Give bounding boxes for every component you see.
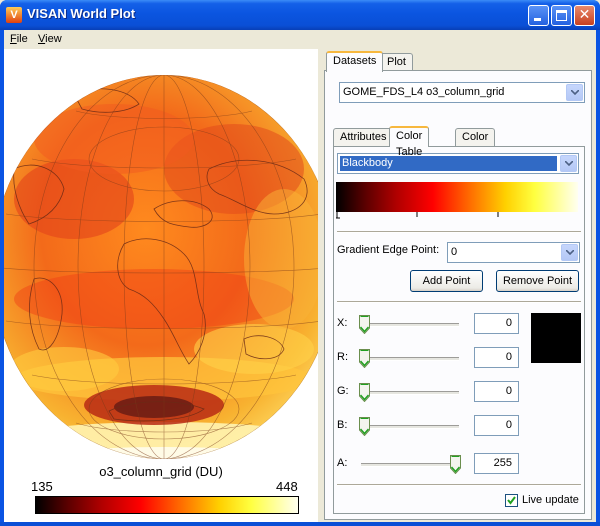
gradient-edge-label: Gradient Edge Point:: [337, 244, 440, 256]
colorbar-max-label: 448: [276, 479, 298, 494]
color-table-page: Blackbody Gradient Edge Point: 0 Add Poi…: [333, 146, 585, 514]
app-icon[interactable]: V: [6, 7, 22, 23]
window-title: VISAN World Plot: [27, 6, 136, 21]
live-update-label: Live update: [522, 494, 579, 506]
gradient-edge-value: 0: [451, 246, 458, 258]
dataset-select-value: GOME_FDS_L4 o3_column_grid: [343, 86, 505, 98]
remove-point-button[interactable]: Remove Point: [496, 270, 579, 292]
slider-label-r: R:: [337, 351, 348, 363]
minimize-icon: [534, 18, 541, 21]
tab-color-bar[interactable]: Color Bar: [455, 128, 496, 159]
separator: [337, 484, 581, 486]
add-point-button[interactable]: Add Point: [410, 270, 483, 292]
tab-datasets[interactable]: Datasets: [326, 51, 384, 72]
slider-track-g[interactable]: [361, 391, 459, 395]
slider-thumb-b[interactable]: [359, 417, 370, 437]
colorbar-min-label: 135: [31, 479, 53, 494]
chevron-down-icon[interactable]: [566, 84, 583, 101]
slider-value-x[interactable]: 0: [474, 313, 519, 334]
slider-track-b[interactable]: [361, 425, 459, 429]
color-swatch: [531, 313, 581, 363]
live-update-checkbox[interactable]: [505, 494, 518, 507]
colormap-select-value: Blackbody: [340, 156, 557, 171]
slider-value-r[interactable]: 0: [474, 347, 519, 368]
chevron-down-icon[interactable]: [560, 155, 577, 172]
chevron-down-icon[interactable]: [561, 244, 578, 261]
properties-panel: Datasets Plot GOME_FDS_L4 o3_column_grid…: [322, 49, 596, 522]
slider-label-g: G:: [337, 385, 349, 397]
slider-value-g[interactable]: 0: [474, 381, 519, 402]
separator: [337, 301, 581, 303]
tab-attributes[interactable]: Attributes: [333, 128, 394, 146]
slider-track-r[interactable]: [361, 357, 459, 361]
minimize-button[interactable]: [528, 5, 549, 26]
gradient-editor[interactable]: [336, 182, 578, 212]
menu-bar: File View: [4, 30, 596, 49]
maximize-button[interactable]: [551, 5, 572, 26]
slider-track-a[interactable]: [361, 463, 459, 467]
slider-label-x: X:: [337, 317, 348, 329]
separator: [337, 231, 581, 233]
slider-label-b: B:: [337, 419, 348, 431]
menu-view[interactable]: View: [38, 33, 62, 45]
window-client: File View o3_column_grid (DU) 135 448 Da…: [4, 30, 596, 522]
slider-thumb-a[interactable]: [450, 455, 461, 475]
world-plot-canvas[interactable]: o3_column_grid (DU) 135 448: [4, 49, 318, 522]
slider-value-a[interactable]: 255: [474, 453, 519, 474]
title-bar[interactable]: V VISAN World Plot ✕: [0, 0, 600, 30]
slider-thumb-x[interactable]: [359, 315, 370, 335]
menu-file[interactable]: File: [10, 33, 28, 45]
close-button[interactable]: ✕: [574, 5, 595, 26]
window-bottom-edge: [0, 522, 600, 526]
gradient-ticks[interactable]: [336, 212, 578, 220]
colormap-select[interactable]: Blackbody: [337, 153, 579, 174]
window-frame: V VISAN World Plot ✕ File View o3_column…: [0, 0, 600, 526]
menu-file-label: ile: [16, 33, 28, 45]
globe-map[interactable]: [4, 49, 318, 459]
close-icon: ✕: [578, 7, 591, 23]
colorbar-title: o3_column_grid (DU): [99, 464, 223, 479]
colorbar: [35, 496, 299, 514]
slider-label-a: A:: [337, 457, 348, 469]
datasets-page: GOME_FDS_L4 o3_column_grid Attributes Co…: [324, 70, 592, 520]
tab-plot[interactable]: Plot: [380, 53, 413, 71]
slider-thumb-r[interactable]: [359, 349, 370, 369]
gradient-edge-select[interactable]: 0: [447, 242, 580, 263]
tab-color-table[interactable]: Color Table: [389, 126, 430, 158]
menu-view-label: iew: [45, 33, 62, 45]
menu-file-mnemonic: F: [10, 33, 17, 45]
slider-track-x[interactable]: [361, 323, 459, 327]
slider-value-b[interactable]: 0: [474, 415, 519, 436]
maximize-icon: [556, 10, 567, 21]
dataset-select[interactable]: GOME_FDS_L4 o3_column_grid: [339, 82, 585, 103]
checkmark-icon: [507, 496, 516, 505]
slider-thumb-g[interactable]: [359, 383, 370, 403]
